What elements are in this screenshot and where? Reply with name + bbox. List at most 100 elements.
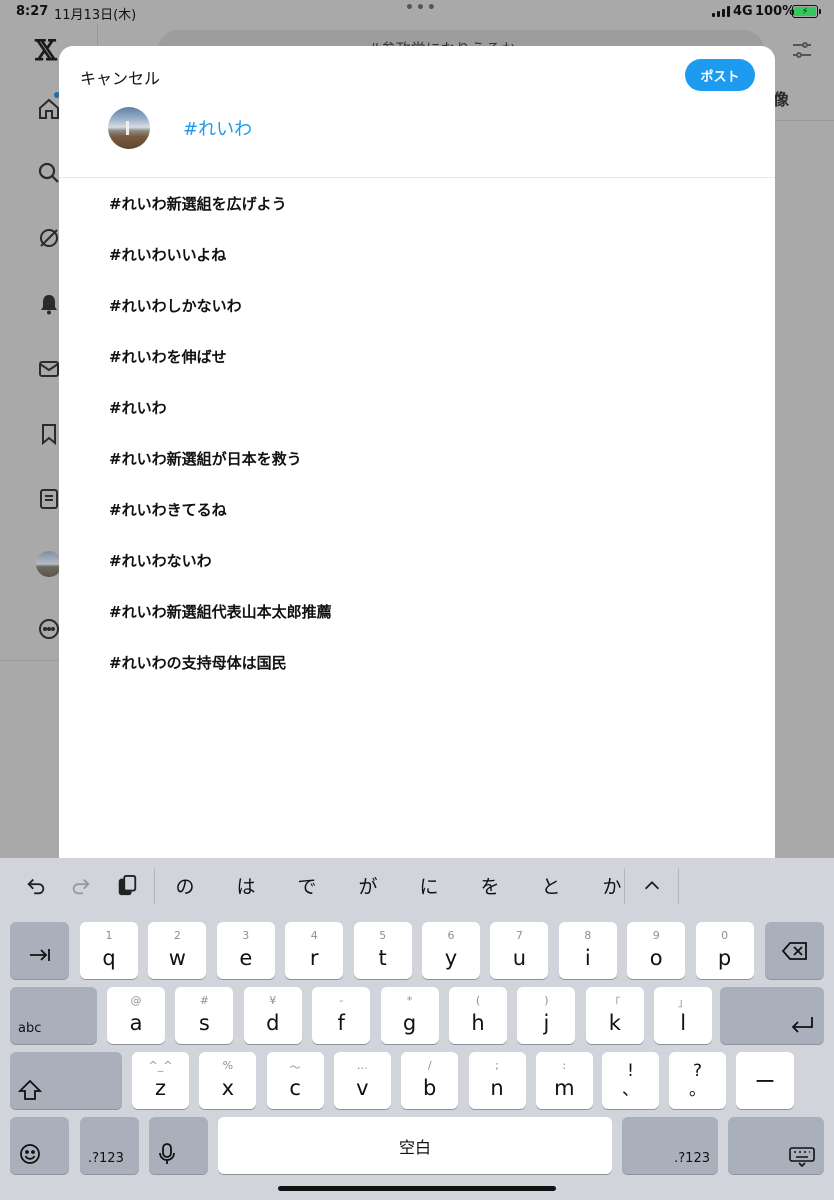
key-char: n xyxy=(490,1075,504,1100)
key-n[interactable]: ; n xyxy=(468,1052,526,1109)
key-secondary-char: 3 xyxy=(242,929,250,942)
key-char: h xyxy=(471,1010,485,1035)
hashtag-suggestion[interactable]: #れいわを伸ばせ xyxy=(59,331,775,382)
undo-icon[interactable] xyxy=(22,872,50,900)
key-char: a xyxy=(129,1010,143,1035)
conversion-candidate[interactable]: で xyxy=(292,872,322,899)
key-char: j xyxy=(543,1010,550,1035)
hashtag-suggestion[interactable]: #れいわ新選組を広げよう xyxy=(59,178,775,229)
key-secondary-char: 0 xyxy=(721,929,729,942)
key-secondary-char: 1 xyxy=(105,929,113,942)
key-j[interactable]: ) j xyxy=(517,987,576,1044)
key-d[interactable]: ¥ d xyxy=(243,987,302,1044)
key-secondary-char: / xyxy=(427,1059,432,1072)
key-t[interactable]: 5t xyxy=(353,922,412,979)
key-o[interactable]: 9o xyxy=(627,922,686,979)
key-p[interactable]: 0p xyxy=(695,922,754,979)
key-b[interactable]: / b xyxy=(401,1052,459,1109)
microphone-icon xyxy=(159,1143,175,1164)
key-long-dash[interactable]: ー xyxy=(736,1052,794,1109)
key-h[interactable]: (h xyxy=(449,987,507,1044)
hide-keyboard-key[interactable] xyxy=(728,1117,824,1174)
conversion-candidate[interactable]: と xyxy=(536,872,566,899)
backspace-icon xyxy=(781,941,807,960)
key-secondary-char: 5 xyxy=(379,929,387,942)
emoji-key[interactable] xyxy=(10,1117,69,1174)
key-l[interactable]: 」 l xyxy=(654,987,713,1044)
dictation-key[interactable] xyxy=(149,1117,208,1174)
key-w[interactable]: 2w xyxy=(148,922,207,979)
key-z[interactable]: ^_^ z xyxy=(132,1052,189,1109)
numbers-key[interactable]: .?123 xyxy=(622,1117,718,1174)
toolbar-separator xyxy=(154,868,155,904)
expand-candidates-icon[interactable] xyxy=(638,872,666,900)
key-k[interactable]: 「k xyxy=(585,987,644,1044)
key-secondary-char: ( xyxy=(475,994,481,1007)
key-x[interactable]: % x xyxy=(199,1052,257,1109)
paste-icon[interactable] xyxy=(113,872,141,900)
hashtag-suggestion[interactable]: #れいわしかないわ xyxy=(59,280,775,331)
key-secondary-char: … xyxy=(356,1059,368,1072)
key-secondary-char: ¥ xyxy=(269,994,277,1007)
filter-icon xyxy=(790,38,814,62)
conversion-candidate[interactable]: に xyxy=(414,872,444,899)
redo-icon[interactable] xyxy=(67,872,95,900)
key-y[interactable]: 6y xyxy=(422,922,480,979)
conversion-candidate[interactable]: を xyxy=(475,872,505,899)
key-char: x xyxy=(221,1075,235,1100)
key-secondary-char: 〜 xyxy=(289,1061,301,1074)
post-button[interactable]: ポスト xyxy=(685,59,755,91)
key-char: w xyxy=(168,945,186,970)
key-q[interactable]: 1q xyxy=(80,922,138,979)
status-date: 11月13日(木) xyxy=(54,8,137,23)
key-e[interactable]: 3e xyxy=(216,922,275,979)
abc-key[interactable]: abc xyxy=(10,987,97,1044)
key-secondary-char: ; xyxy=(495,1059,499,1072)
shift-key[interactable] xyxy=(10,1052,122,1109)
multitasking-dots-icon[interactable]: ••• xyxy=(405,0,438,16)
key-char: f xyxy=(337,1010,345,1035)
key-u[interactable]: 7u xyxy=(490,922,549,979)
status-time: 8:27 xyxy=(16,4,49,19)
hashtag-suggestion[interactable]: #れいわ新選組代表山本太郎推薦 xyxy=(59,586,775,637)
conversion-candidate[interactable]: が xyxy=(353,872,383,899)
backspace-key[interactable] xyxy=(765,922,824,979)
compose-text-input[interactable]: #れいわ xyxy=(183,115,703,141)
conversion-candidate[interactable]: の xyxy=(170,872,200,899)
network-type: 4G xyxy=(733,4,753,19)
hashtag-suggestion[interactable]: #れいわないわ xyxy=(59,535,775,586)
space-key[interactable]: 空白 xyxy=(218,1117,612,1174)
hashtag-suggestion[interactable]: #れいわいいよね xyxy=(59,229,775,280)
cancel-button[interactable]: キャンセル xyxy=(80,65,160,89)
key-char: v xyxy=(356,1075,369,1100)
tab-key[interactable] xyxy=(10,922,69,979)
key-r[interactable]: 4r xyxy=(285,922,344,979)
key-m[interactable]: :m xyxy=(535,1052,593,1109)
key-s[interactable]: # s xyxy=(175,987,234,1044)
key-secondary-char: ^_^ xyxy=(148,1059,173,1072)
key-question-period[interactable]: ?。 xyxy=(669,1052,726,1109)
key-v[interactable]: … v xyxy=(333,1052,391,1109)
key-c[interactable]: 〜 c xyxy=(266,1052,324,1109)
key-char: s xyxy=(198,1010,210,1035)
key-f[interactable]: -f xyxy=(312,987,371,1044)
key-exclamation-comma[interactable]: !、 xyxy=(602,1052,659,1109)
key-secondary-char: 」 xyxy=(677,996,689,1009)
conversion-candidate[interactable]: は xyxy=(231,872,261,899)
emoji-icon xyxy=(20,1144,40,1164)
key-g[interactable]: * g xyxy=(380,987,439,1044)
status-bar: 8:27 11月13日(木) ••• 4G 100% ⚡ xyxy=(0,0,834,24)
key-a[interactable]: @ a xyxy=(107,987,165,1044)
key-i[interactable]: 8i xyxy=(558,922,617,979)
key-secondary-char: 7 xyxy=(515,929,523,942)
conversion-candidate[interactable]: か xyxy=(597,872,627,899)
numbers-key[interactable]: .?123 xyxy=(80,1117,139,1174)
battery-percent: 100% xyxy=(755,4,796,19)
key-secondary-char: # xyxy=(199,994,209,1007)
key-char: 。 xyxy=(689,1079,706,1100)
hashtag-suggestion[interactable]: #れいわ新選組が日本を救う xyxy=(59,433,775,484)
hashtag-suggestion[interactable]: #れいわ xyxy=(59,382,775,433)
hashtag-suggestion[interactable]: #れいわの支持母体は国民 xyxy=(59,637,775,688)
return-key[interactable] xyxy=(720,987,824,1044)
hashtag-suggestion[interactable]: #れいわきてるね xyxy=(59,484,775,535)
